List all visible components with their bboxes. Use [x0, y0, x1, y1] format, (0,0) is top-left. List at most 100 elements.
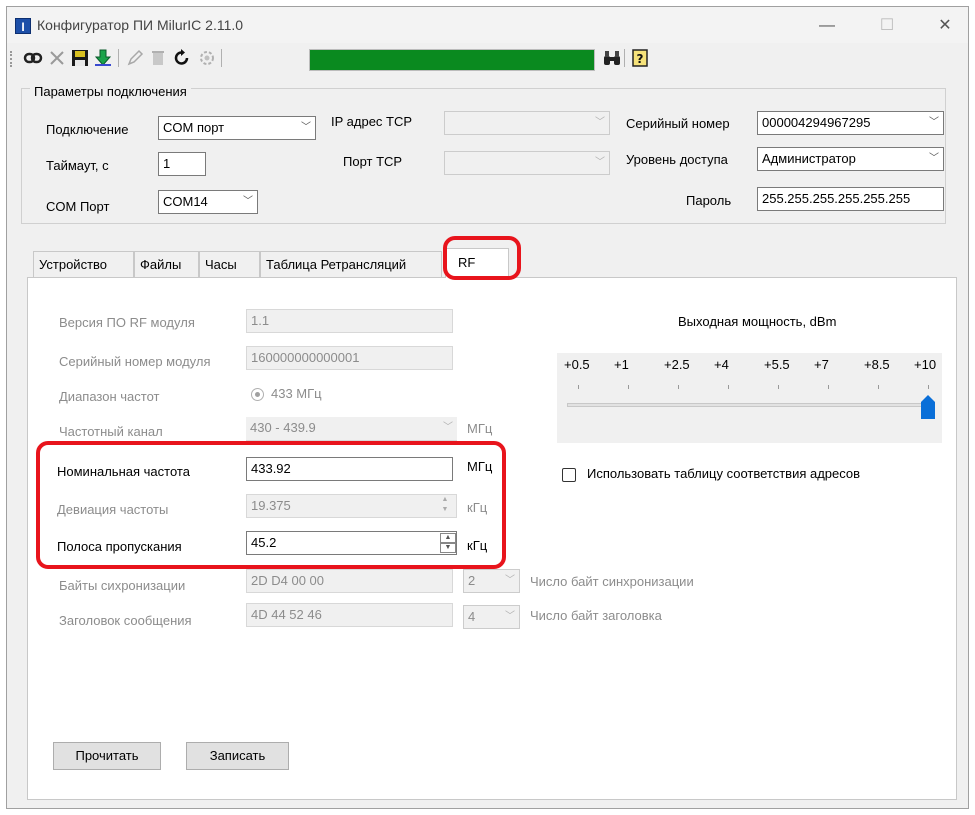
delete-icon[interactable]: [148, 48, 168, 68]
nominal-frequency-label: Номинальная частота: [57, 464, 190, 479]
power-tick-label: +8.5: [864, 357, 890, 372]
deviation-unit: кГц: [467, 500, 488, 515]
sync-count-label: Число байт синхронизации: [530, 574, 694, 589]
chevron-down-icon: ﹀: [929, 117, 939, 128]
help-icon[interactable]: ?: [630, 48, 650, 68]
toolbar-separator: [624, 49, 625, 67]
fw-version-label: Версия ПО RF модуля: [59, 315, 195, 330]
power-tick-mark: [878, 385, 879, 389]
power-tick-label: +5.5: [764, 357, 790, 372]
timeout-input[interactable]: 1: [158, 152, 206, 176]
tcp-port-label: Порт TCP: [343, 154, 403, 169]
power-tick-mark: [928, 385, 929, 389]
deviation-input[interactable]: 19.375: [246, 494, 457, 518]
write-button[interactable]: Записать: [186, 742, 289, 770]
power-tick-mark: [628, 385, 629, 389]
address-table-label: Использовать таблицу соответствия адресо…: [587, 466, 861, 481]
connection-group-legend: Параметры подключения: [30, 84, 191, 99]
power-tick-mark: [778, 385, 779, 389]
access-level-label: Уровень доступа: [626, 152, 728, 167]
binoculars-icon[interactable]: [602, 48, 622, 68]
download-icon[interactable]: [93, 48, 113, 68]
com-port-select[interactable]: COM14 ﹀: [158, 190, 258, 214]
power-tick-mark: [578, 385, 579, 389]
chevron-down-icon: ﹀: [595, 157, 605, 168]
bandwidth-spin-up-icon[interactable]: ▲: [440, 533, 456, 543]
band-433-label: 433 МГц: [271, 386, 322, 401]
chevron-down-icon: ﹀: [505, 611, 515, 622]
read-button[interactable]: Прочитать: [53, 742, 161, 770]
edit-icon[interactable]: [125, 48, 145, 68]
toolbar-separator: [118, 49, 119, 67]
band-433-radio[interactable]: [251, 388, 264, 401]
chevron-down-icon: ﹀: [595, 117, 605, 128]
band-label: Диапазон частот: [59, 389, 160, 404]
disconnect-icon[interactable]: [47, 48, 67, 68]
nominal-frequency-input[interactable]: 433.92: [246, 457, 453, 481]
maximize-button[interactable]: ☐: [867, 13, 907, 39]
serial-number-select[interactable]: 000004294967295 ﹀: [757, 111, 944, 135]
ip-address-label: IP адрес TCP: [331, 114, 413, 129]
tab-clock[interactable]: Часы: [199, 251, 260, 277]
connect-icon[interactable]: [23, 48, 43, 68]
com-port-label: COM Порт: [46, 199, 110, 214]
progress-fill: [310, 50, 594, 70]
connection-select[interactable]: COM порт ﹀: [158, 116, 316, 140]
sync-count-select[interactable]: 2 ﹀: [463, 569, 520, 593]
refresh-icon[interactable]: [172, 48, 192, 68]
deviation-spin-down-icon[interactable]: ▼: [438, 505, 452, 515]
minimize-button[interactable]: —: [807, 13, 847, 39]
address-table-checkbox[interactable]: [562, 468, 576, 482]
power-tick-mark: [728, 385, 729, 389]
progress-bar: [309, 49, 595, 71]
password-label: Пароль: [686, 193, 732, 208]
header-count-select[interactable]: 4 ﹀: [463, 605, 520, 629]
tab-files[interactable]: Файлы: [134, 251, 199, 277]
module-serial-label: Серийный номер модуля: [59, 354, 211, 369]
power-tick-label: +10: [914, 357, 937, 372]
module-serial-field: 160000000000001: [246, 346, 453, 370]
tab-device[interactable]: Устройство: [33, 251, 134, 277]
serial-number-label: Серийный номер: [626, 116, 730, 131]
settings-icon[interactable]: [197, 48, 217, 68]
chevron-down-icon: ﹀: [243, 196, 253, 207]
save-icon[interactable]: [70, 48, 90, 68]
tcp-port-select[interactable]: ﹀: [444, 151, 610, 175]
tab-rf[interactable]: RF: [445, 248, 509, 278]
header-label: Заголовок сообщения: [59, 613, 192, 628]
toolbar-grip[interactable]: [10, 51, 15, 67]
access-level-select[interactable]: Администратор ﹀: [757, 147, 944, 171]
toolbar-separator: [221, 49, 222, 67]
password-input[interactable]: 255.255.255.255.255.255: [757, 187, 944, 211]
deviation-spin-up-icon[interactable]: ▲: [438, 495, 452, 505]
bandwidth-label: Полоса пропускания: [57, 539, 182, 554]
deviation-label: Девиация частоты: [57, 502, 169, 517]
timeout-label: Таймаут, с: [46, 158, 109, 173]
channel-unit: МГц: [467, 421, 493, 436]
power-tick-label: +7: [814, 357, 829, 372]
bandwidth-spin-down-icon[interactable]: ▼: [440, 543, 456, 553]
power-tick-label: +2.5: [664, 357, 690, 372]
power-slider-track[interactable]: [567, 403, 935, 407]
toolbar: ?: [7, 43, 968, 73]
tab-relay-table[interactable]: Таблица Ретрансляций: [260, 251, 442, 277]
close-button[interactable]: ✕: [925, 13, 965, 39]
svg-text:?: ?: [637, 52, 644, 66]
power-tick-label: +0.5: [564, 357, 590, 372]
app-icon: I: [15, 18, 31, 34]
channel-select[interactable]: 430 - 439.9 ﹀: [246, 417, 457, 441]
power-slider-thumb[interactable]: [920, 394, 936, 420]
power-tick-mark: [828, 385, 829, 389]
chevron-down-icon: ﹀: [443, 422, 453, 433]
chevron-down-icon: ﹀: [301, 122, 311, 133]
bandwidth-input[interactable]: 45.2: [246, 531, 457, 555]
power-tick-mark: [678, 385, 679, 389]
connection-label: Подключение: [46, 122, 129, 137]
window-title: Конфигуратор ПИ MilurIC 2.11.0: [37, 17, 244, 33]
sync-bytes-label: Байты сихронизации: [59, 578, 186, 593]
header-count-label: Число байт заголовка: [530, 608, 662, 623]
bandwidth-unit: кГц: [467, 538, 488, 553]
chevron-down-icon: ﹀: [505, 575, 515, 586]
channel-label: Частотный канал: [59, 424, 163, 439]
ip-address-select[interactable]: ﹀: [444, 111, 610, 135]
